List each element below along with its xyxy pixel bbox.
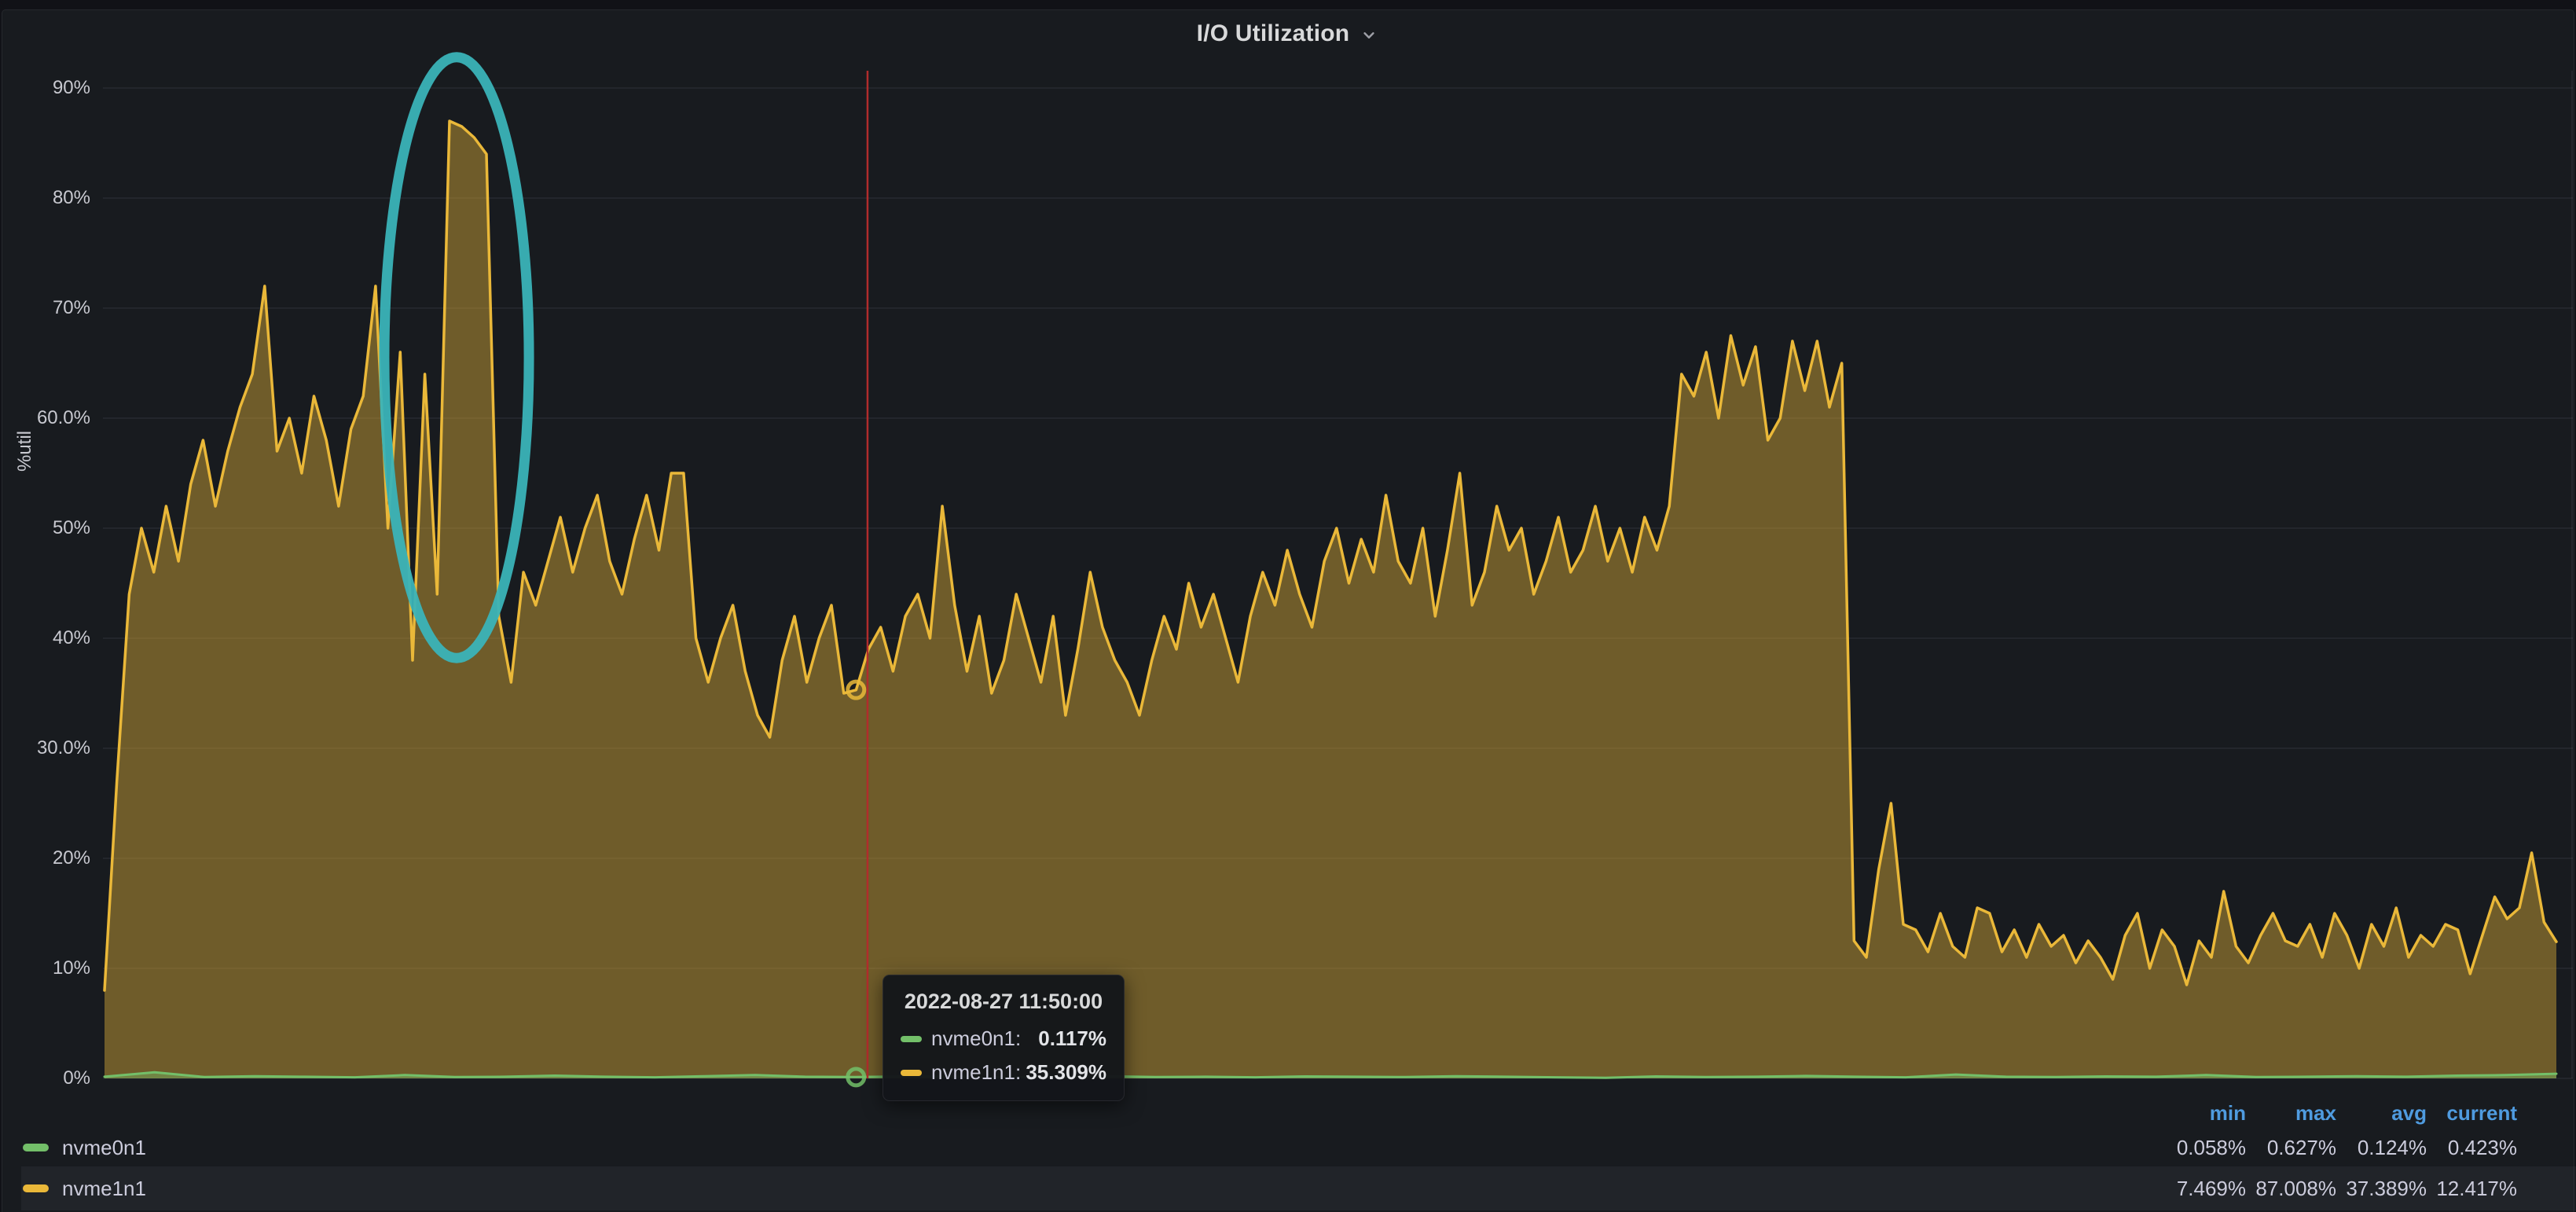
- y-tick-label: 90%: [0, 76, 90, 100]
- y-tick-label: 80%: [0, 186, 90, 210]
- legend-stat-min: 7.469%: [2156, 1177, 2246, 1201]
- panel-header[interactable]: I/O Utilization: [0, 9, 2576, 58]
- tooltip-row-nvme1n1: nvme1n1: 35.309%: [901, 1060, 1106, 1085]
- chevron-down-icon: [1359, 25, 1379, 46]
- io-utilization-chart[interactable]: [0, 0, 2576, 1212]
- legend-row-nvme0n1: nvme0n1 0.058% 0.627% 0.124% 0.423%: [0, 1129, 2576, 1166]
- legend-stat-max: 0.627%: [2246, 1136, 2336, 1160]
- tooltip-series-name: nvme1n1:: [931, 1060, 1021, 1085]
- y-tick-label: 50%: [0, 516, 90, 540]
- tooltip-series-value: 35.309%: [1026, 1060, 1106, 1085]
- series-color-dash-icon: [901, 1036, 922, 1042]
- legend-series-name[interactable]: nvme0n1: [62, 1136, 146, 1160]
- legend-header: min max avg current: [0, 1097, 2576, 1129]
- panel-title: I/O Utilization: [1197, 20, 1350, 47]
- legend-stat-max: 87.008%: [2246, 1177, 2336, 1201]
- y-tick-label: 0%: [0, 1067, 90, 1090]
- tooltip-row-nvme0n1: nvme0n1: 0.117%: [901, 1027, 1106, 1051]
- legend-stat-avg: 37.389%: [2336, 1177, 2427, 1201]
- legend: min max avg current nvme0n1 0.058% 0.627…: [0, 1097, 2576, 1210]
- series-color-dash-icon: [901, 1070, 922, 1076]
- legend-header-min[interactable]: min: [2156, 1101, 2246, 1126]
- y-axis-tick-labels: 0% 10% 20% 30.0% 40% 50% 60.0% 70% 80% 90%: [0, 0, 90, 1100]
- y-tick-label: 30.0%: [0, 736, 90, 760]
- tooltip-timestamp: 2022-08-27 11:50:00: [901, 990, 1106, 1014]
- legend-series-name[interactable]: nvme1n1: [62, 1177, 146, 1201]
- y-tick-label: 20%: [0, 847, 90, 870]
- legend-header-current[interactable]: current: [2427, 1101, 2517, 1126]
- legend-stat-current: 12.417%: [2427, 1177, 2517, 1201]
- legend-header-max[interactable]: max: [2246, 1101, 2336, 1126]
- legend-stat-current: 0.423%: [2427, 1136, 2517, 1160]
- legend-stat-avg: 0.124%: [2336, 1136, 2427, 1160]
- tooltip-series-value: 0.117%: [1038, 1027, 1106, 1051]
- y-tick-label: 70%: [0, 296, 90, 320]
- chart-tooltip: 2022-08-27 11:50:00 nvme0n1: 0.117% nvme…: [883, 975, 1125, 1101]
- y-tick-label: 40%: [0, 626, 90, 650]
- series-color-dash-icon: [23, 1144, 49, 1151]
- series-color-dash-icon: [23, 1184, 49, 1192]
- tooltip-series-name: nvme0n1:: [931, 1027, 1021, 1051]
- y-tick-label: 60.0%: [0, 406, 90, 430]
- y-tick-label: 10%: [0, 957, 90, 980]
- legend-header-avg[interactable]: avg: [2336, 1101, 2427, 1126]
- legend-stat-min: 0.058%: [2156, 1136, 2246, 1160]
- legend-row-nvme1n1: nvme1n1 7.469% 87.008% 37.389% 12.417%: [21, 1166, 2576, 1210]
